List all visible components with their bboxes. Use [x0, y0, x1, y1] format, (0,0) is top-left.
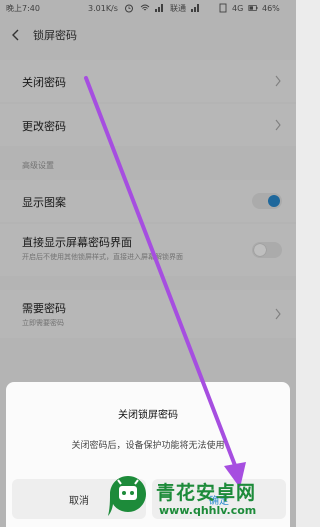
- watermark-url: www.qhhlv.com: [159, 504, 257, 517]
- dialog-message: 关闭密码后，设备保护功能将无法使用: [71, 441, 225, 451]
- screen: 晚上7:40 3.01K/s 联通 4G 46% 锁屏密码 关闭密码 更改密码 …: [0, 0, 296, 527]
- watermark: 青花安卓网 www.qhhlv.com: [104, 470, 294, 527]
- watermark-logo-icon: [108, 476, 146, 516]
- watermark-name: 青花安卓网: [156, 482, 257, 504]
- dialog-title: 关闭锁屏密码: [118, 410, 178, 421]
